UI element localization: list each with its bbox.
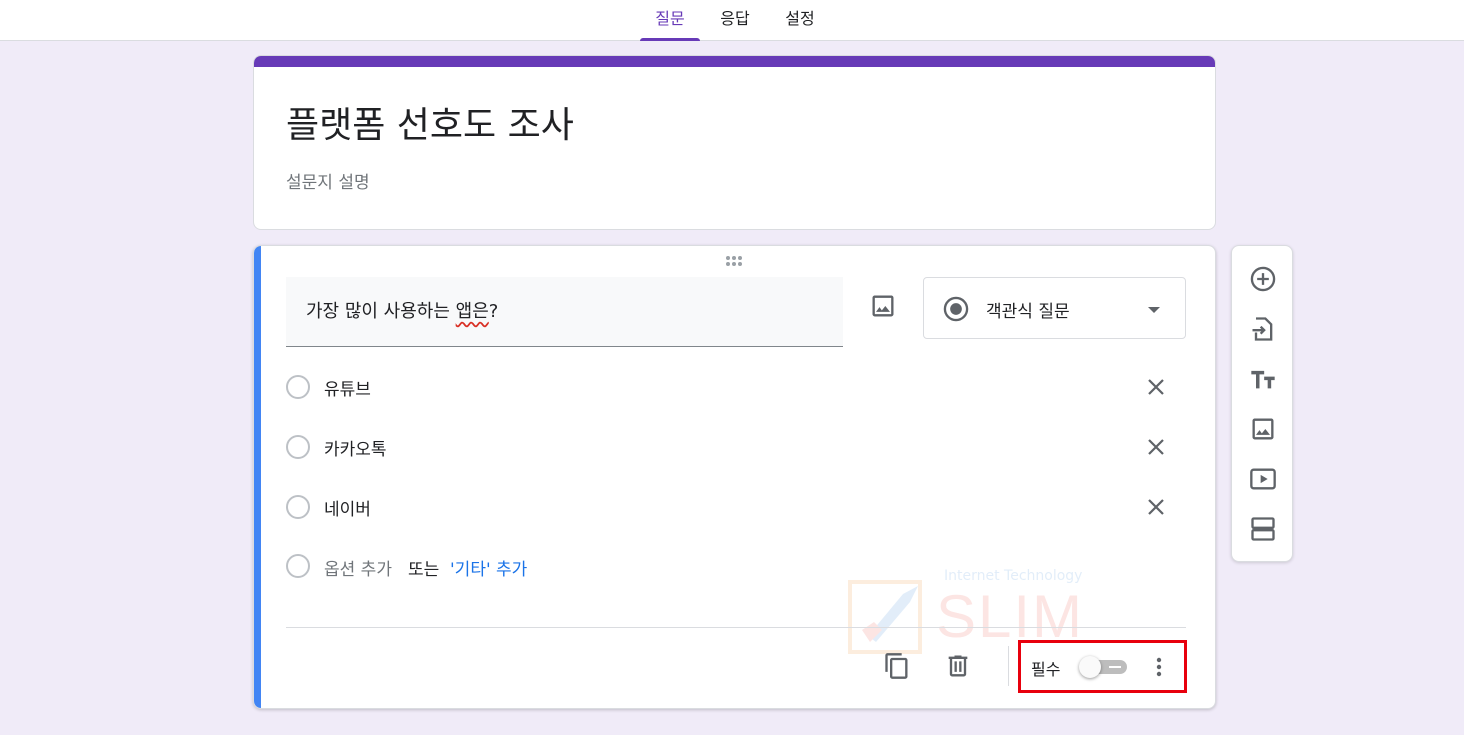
form-title-card: 플랫폼 선호도 조사 설문지 설명 xyxy=(253,55,1216,230)
required-highlight-box: 필수 xyxy=(1018,640,1187,693)
add-video-icon[interactable] xyxy=(1249,465,1277,493)
question-text-misspelled: 앱은 xyxy=(455,301,489,322)
footer-divider xyxy=(286,627,1186,628)
or-label: 또는 xyxy=(408,560,440,580)
tab-responses-label: 응답 xyxy=(720,9,750,28)
tab-questions-label: 질문 xyxy=(655,9,685,28)
trash-icon[interactable] xyxy=(944,652,972,680)
option-label[interactable]: 네이버 xyxy=(324,495,371,520)
drag-handle-icon[interactable] xyxy=(724,255,748,269)
chevron-down-icon xyxy=(1148,307,1160,313)
option-label[interactable]: 카카오톡 xyxy=(324,435,387,460)
option-radio xyxy=(286,435,310,459)
floating-toolbar xyxy=(1231,245,1293,562)
import-questions-icon[interactable] xyxy=(1249,315,1277,343)
title-accent-bar xyxy=(254,56,1215,67)
rocket-logo-icon xyxy=(848,580,922,654)
add-option-row: 옵션 추가 또는 '기타' 추가 xyxy=(286,551,1176,581)
question-text-end: ? xyxy=(488,301,499,322)
duplicate-icon[interactable] xyxy=(883,652,911,680)
add-title-icon[interactable] xyxy=(1249,365,1277,393)
tab-questions[interactable]: 질문 xyxy=(640,0,700,41)
close-icon[interactable] xyxy=(1144,435,1168,459)
add-question-icon[interactable] xyxy=(1249,265,1277,293)
toggle-knob xyxy=(1079,656,1101,678)
form-description-field[interactable]: 설문지 설명 xyxy=(286,168,370,193)
question-type-label: 객관식 질문 xyxy=(986,302,1070,322)
option-radio xyxy=(286,495,310,519)
question-type-dropdown[interactable]: 객관식 질문 xyxy=(923,277,1186,339)
form-title[interactable]: 플랫폼 선호도 조사 xyxy=(286,96,574,148)
add-other-button[interactable]: '기타' 추가 xyxy=(450,555,527,580)
question-card[interactable]: Internet Technology SLIM 가장 많이 사용하는 앱은? … xyxy=(253,245,1216,709)
tab-responses[interactable]: 응답 xyxy=(706,0,764,41)
option-item[interactable]: 카카오톡 xyxy=(286,432,1176,462)
required-toggle[interactable] xyxy=(1079,656,1131,678)
option-item[interactable]: 네이버 xyxy=(286,492,1176,522)
active-question-indicator xyxy=(254,246,261,708)
add-image-icon[interactable] xyxy=(869,292,897,320)
add-option-button[interactable]: 옵션 추가 xyxy=(324,555,392,580)
tab-settings-label: 설정 xyxy=(785,9,815,28)
required-label: 필수 xyxy=(1031,660,1061,679)
close-icon[interactable] xyxy=(1144,375,1168,399)
add-image-icon[interactable] xyxy=(1249,415,1277,443)
more-vert-icon[interactable] xyxy=(1147,653,1171,681)
question-text-part: 가장 많이 사용하는 xyxy=(306,301,456,322)
option-radio xyxy=(286,554,310,578)
option-label[interactable]: 유튜브 xyxy=(324,375,371,400)
question-title-input[interactable]: 가장 많이 사용하는 앱은? xyxy=(286,277,843,347)
top-tab-bar: 질문 응답 설정 xyxy=(0,0,1464,41)
option-radio xyxy=(286,375,310,399)
option-item[interactable]: 유튜브 xyxy=(286,372,1176,402)
close-icon[interactable] xyxy=(1144,495,1168,519)
radio-button-icon xyxy=(943,296,969,322)
tab-settings[interactable]: 설정 xyxy=(771,0,829,41)
footer-vertical-divider xyxy=(1008,646,1009,686)
add-section-icon[interactable] xyxy=(1249,515,1277,543)
